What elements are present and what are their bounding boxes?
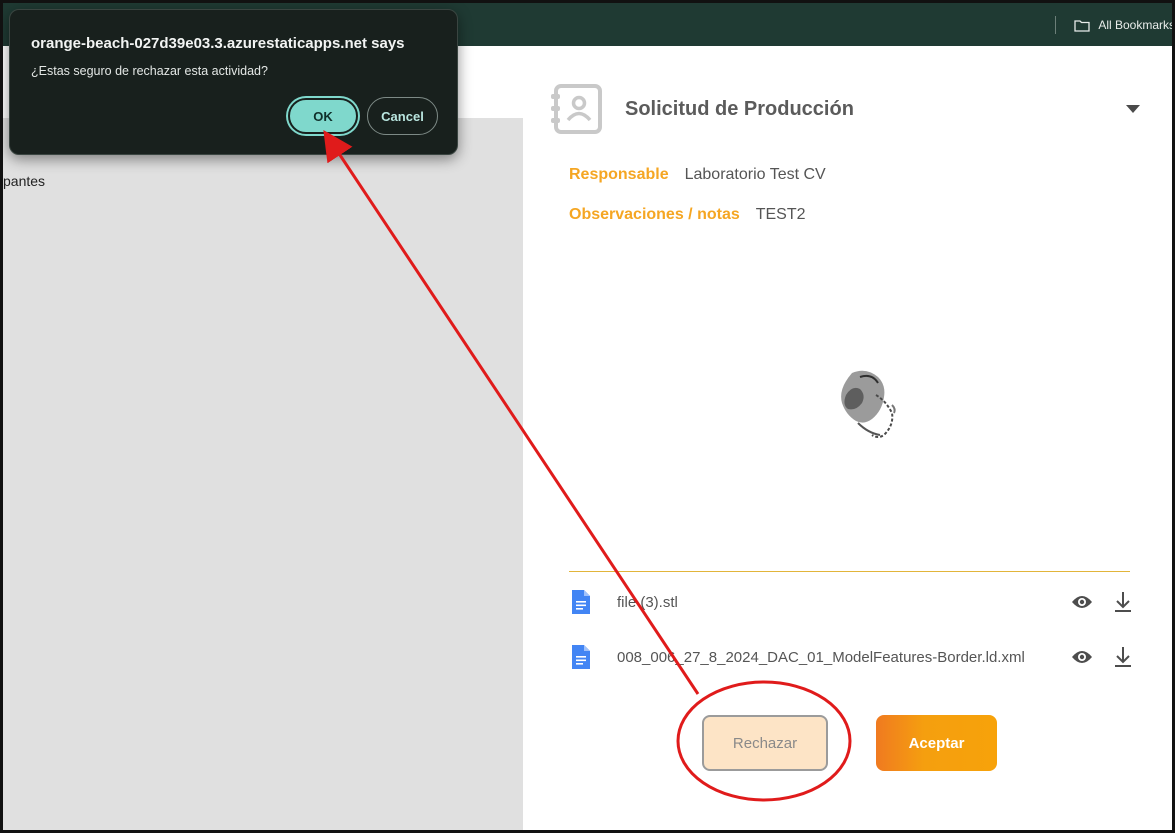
bookmarks-bar[interactable]: All Bookmarks xyxy=(1055,14,1175,36)
observaciones-value: TEST2 xyxy=(755,206,806,223)
responsable-value: Laboratorio Test CV xyxy=(684,166,826,183)
left-content-area xyxy=(0,118,523,833)
document-icon xyxy=(572,645,590,669)
collapse-caret-icon[interactable] xyxy=(1126,105,1140,113)
ok-button[interactable]: OK xyxy=(288,98,358,134)
download-icon[interactable] xyxy=(1112,645,1134,669)
document-icon xyxy=(572,590,590,614)
file-row: 008_006_27_8_2024_DAC_01_ModelFeatures-B… xyxy=(569,642,1135,672)
eye-icon[interactable] xyxy=(1071,649,1093,665)
file-name[interactable]: file (3).stl xyxy=(617,594,678,611)
dialog-title: orange-beach-027d39e03.3.azurestaticapps… xyxy=(31,35,405,52)
files-divider xyxy=(569,571,1130,572)
cancel-button[interactable]: Cancel xyxy=(367,97,438,135)
left-partial-text: pantes xyxy=(3,173,46,189)
eye-icon[interactable] xyxy=(1071,594,1093,610)
all-bookmarks-label[interactable]: All Bookmarks xyxy=(1098,18,1175,32)
folder-icon xyxy=(1074,19,1090,32)
confirm-dialog: orange-beach-027d39e03.3.azurestaticapps… xyxy=(9,9,458,155)
panel-title: Solicitud de Producción xyxy=(625,98,854,120)
dialog-message: ¿Estas seguro de rechazar esta actividad… xyxy=(31,64,268,78)
responsable-row: Responsable Laboratorio Test CV xyxy=(569,166,826,184)
accept-button[interactable]: Aceptar xyxy=(876,715,997,771)
reject-button[interactable]: Rechazar xyxy=(702,715,828,771)
responsable-label: Responsable xyxy=(569,166,669,183)
observaciones-row: Observaciones / notas TEST2 xyxy=(569,206,806,224)
file-name[interactable]: 008_006_27_8_2024_DAC_01_ModelFeatures-B… xyxy=(617,649,1025,666)
observaciones-label: Observaciones / notas xyxy=(569,206,740,223)
file-row: file (3).stl xyxy=(569,587,1135,617)
download-icon[interactable] xyxy=(1112,590,1134,614)
3d-model-preview[interactable] xyxy=(830,365,905,450)
contact-book-icon xyxy=(551,84,602,134)
bookmarks-separator xyxy=(1055,16,1057,34)
